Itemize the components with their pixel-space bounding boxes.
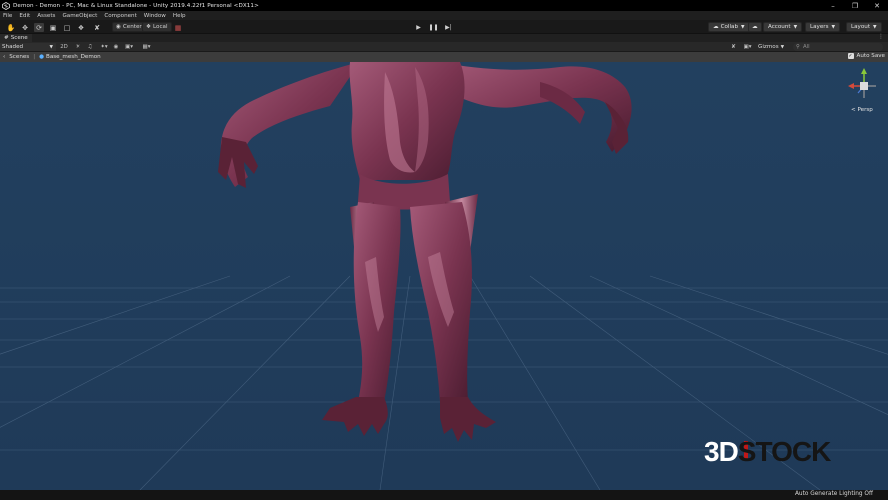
tools-icon[interactable]: ✘ bbox=[729, 43, 738, 51]
hidden-objects-icon[interactable]: ◉ bbox=[112, 43, 120, 51]
scene-render bbox=[0, 62, 888, 490]
breadcrumb-current-label: Base_mesh_Demon bbox=[46, 54, 101, 60]
watermark-stock: STOCK bbox=[737, 436, 831, 467]
lighting-status: Auto Generate Lighting Off bbox=[794, 491, 873, 497]
grid-toggle-icon[interactable]: ▦▾ bbox=[140, 43, 153, 51]
pivot-center-button[interactable]: ◉ Center bbox=[112, 22, 146, 32]
menu-bar: File Edit Assets GameObject Component Wi… bbox=[0, 11, 888, 20]
rotate-tool-icon[interactable]: ⟳ bbox=[34, 23, 44, 32]
view-2d-toggle[interactable]: 2D bbox=[59, 43, 69, 51]
prefab-icon: ● bbox=[39, 54, 44, 60]
auto-save-toggle[interactable]: ✓ Auto Save bbox=[847, 53, 886, 59]
breadcrumb-scenes[interactable]: Scenes bbox=[9, 54, 29, 60]
rect-tool-icon[interactable]: □ bbox=[62, 23, 72, 32]
layout-label: Layout bbox=[851, 24, 871, 30]
checkbox-icon: ✓ bbox=[847, 53, 854, 59]
cloud-collab-icon: ☁ bbox=[713, 24, 719, 30]
scene-tab-bar: # Scene ⋮ bbox=[0, 33, 888, 42]
breadcrumb-current[interactable]: ● Base_mesh_Demon bbox=[39, 54, 101, 60]
menu-edit[interactable]: Edit bbox=[19, 13, 30, 19]
play-icon[interactable]: ▶ bbox=[412, 22, 425, 32]
hand-tool-icon[interactable]: ✋ bbox=[6, 23, 16, 32]
shading-mode-dropdown[interactable]: Shaded ▼ bbox=[0, 43, 56, 51]
menu-window[interactable]: Window bbox=[144, 13, 166, 19]
pivot-local-button[interactable]: ❖ Local bbox=[142, 22, 172, 32]
gizmos-dropdown[interactable]: Gizmos ▼ bbox=[758, 43, 784, 51]
menu-file[interactable]: File bbox=[3, 13, 12, 19]
projection-toggle[interactable]: < Persp bbox=[851, 107, 873, 113]
close-icon[interactable]: ✕ bbox=[866, 0, 888, 11]
menu-help[interactable]: Help bbox=[173, 13, 186, 19]
more-options-icon[interactable]: ⋮ bbox=[878, 33, 884, 40]
gizmos-label: Gizmos bbox=[758, 44, 779, 50]
minimize-icon[interactable]: – bbox=[822, 0, 844, 11]
menu-component[interactable]: Component bbox=[104, 13, 136, 19]
collab-label: Collab bbox=[720, 24, 739, 30]
pivot-local-icon: ❖ bbox=[146, 24, 152, 30]
collab-dropdown[interactable]: ☁ Collab ▼ bbox=[708, 22, 750, 32]
step-icon[interactable]: ▶| bbox=[442, 22, 455, 32]
pivot-local-label: Local bbox=[153, 24, 168, 30]
effects-toggle-icon[interactable]: ✦▾ bbox=[98, 43, 110, 51]
breadcrumb: ‹ Scenes | ● Base_mesh_Demon ✓ Auto Save bbox=[0, 52, 888, 62]
main-toolbar: ✋ ✥ ⟳ ▣ □ ❖ ✘ ◉ Center ❖ Local ▦ ▶ ❚❚ ▶|… bbox=[0, 20, 888, 34]
chevron-down-icon: ▼ bbox=[873, 24, 877, 30]
chevron-down-icon: ▼ bbox=[780, 44, 785, 50]
tab-scene[interactable]: # Scene bbox=[0, 34, 32, 42]
scene-toolbar: Shaded ▼ 2D ☀ ♫ ✦▾ ◉ ▣▾ ▦▾ ✘ ▣▾ Gizmos ▼… bbox=[0, 42, 888, 52]
window-title: Demon - Demon - PC, Mac & Linux Standalo… bbox=[13, 2, 259, 9]
chevron-down-icon: ▼ bbox=[741, 24, 745, 30]
account-label: Account bbox=[768, 24, 791, 30]
scene-camera-icon[interactable]: ▣▾ bbox=[121, 43, 137, 51]
window-title-bar: Demon - Demon - PC, Mac & Linux Standalo… bbox=[0, 0, 888, 11]
cloud-services-button[interactable]: ☁ bbox=[748, 22, 762, 32]
menu-gameobject[interactable]: GameObject bbox=[62, 13, 97, 19]
move-tool-icon[interactable]: ✥ bbox=[20, 23, 30, 32]
auto-save-label: Auto Save bbox=[856, 53, 886, 59]
lighting-toggle-icon[interactable]: ☀ bbox=[74, 43, 82, 51]
cloud-icon: ☁ bbox=[752, 24, 758, 30]
chevron-down-icon: ▼ bbox=[831, 24, 836, 30]
audio-toggle-icon[interactable]: ♫ bbox=[86, 43, 94, 51]
layers-label: Layers bbox=[810, 24, 829, 30]
scale-tool-icon[interactable]: ▣ bbox=[48, 23, 58, 32]
custom-tool-icon[interactable]: ✘ bbox=[92, 23, 102, 32]
watermark-logo: 3DSTOCK bbox=[704, 436, 831, 468]
search-placeholder: All bbox=[802, 44, 810, 50]
chevron-down-icon: ▼ bbox=[793, 24, 798, 30]
orientation-gizmo[interactable] bbox=[845, 65, 883, 105]
breadcrumb-separator-icon: | bbox=[33, 54, 36, 60]
pivot-center-icon: ◉ bbox=[116, 24, 121, 30]
shading-mode-label: Shaded bbox=[2, 44, 24, 50]
pause-icon[interactable]: ❚❚ bbox=[427, 22, 440, 32]
grid-snap-icon[interactable]: ▦ bbox=[173, 23, 183, 32]
pivot-center-label: Center bbox=[122, 24, 142, 30]
menu-assets[interactable]: Assets bbox=[37, 13, 55, 19]
scene-search-input[interactable]: ⚲ All bbox=[793, 43, 883, 51]
scene-viewport[interactable] bbox=[0, 62, 888, 490]
search-icon: ⚲ bbox=[796, 44, 800, 50]
status-bar: Auto Generate Lighting Off bbox=[0, 490, 888, 500]
chevron-down-icon: ▼ bbox=[49, 44, 53, 50]
layout-dropdown[interactable]: Layout ▼ bbox=[846, 22, 882, 32]
restore-icon[interactable]: ❐ bbox=[844, 0, 866, 11]
watermark-3d: 3D bbox=[704, 436, 739, 467]
scene-tab-icon: # bbox=[4, 35, 9, 41]
breadcrumb-back-icon[interactable]: ‹ bbox=[3, 54, 5, 60]
camera-settings-icon[interactable]: ▣▾ bbox=[741, 43, 754, 51]
account-dropdown[interactable]: Account ▼ bbox=[763, 22, 803, 32]
scene-tab-label: Scene bbox=[10, 35, 28, 41]
transform-tool-icon[interactable]: ❖ bbox=[76, 23, 86, 32]
unity-logo-icon bbox=[2, 1, 10, 10]
layers-dropdown[interactable]: Layers ▼ bbox=[805, 22, 841, 32]
